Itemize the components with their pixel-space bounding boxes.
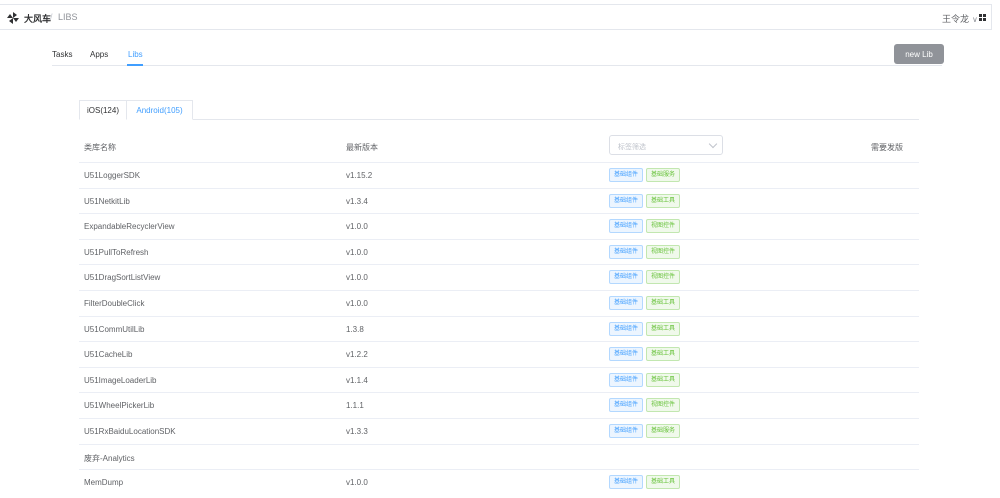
tag-list: 基础组件 视图控件 bbox=[609, 244, 681, 259]
tag-badge: 基础工具 bbox=[646, 321, 681, 336]
table-row[interactable]: U51PullToRefresh v1.0.0 基础组件 视图控件 bbox=[79, 238, 919, 264]
tag-badge: 基础工具 bbox=[646, 296, 681, 310]
table-row[interactable]: U51ImageLoaderLib v1.1.4 基础组件 基础工具 bbox=[79, 366, 919, 392]
tag-list: 基础组件 基础工具 bbox=[609, 475, 681, 490]
tag-badge: 基础组件 bbox=[609, 475, 644, 490]
tag-badge: 基础组件 bbox=[609, 372, 644, 387]
table-header: 类库名称 最新版本 标签筛选 需要发版 bbox=[79, 132, 919, 162]
tag-list: 基础组件 基础工具 bbox=[609, 347, 681, 362]
tag-list: 基础组件 基础服务 bbox=[609, 424, 681, 438]
new-lib-button[interactable]: new Lib bbox=[894, 44, 944, 64]
lib-name[interactable]: U51CacheLib bbox=[84, 350, 132, 359]
lib-name[interactable]: U51DragSortListView bbox=[84, 273, 160, 282]
lib-version: v1.0.0 bbox=[346, 222, 368, 232]
top-bar: 大风车 / LIBS 王令龙 ∨ bbox=[0, 4, 992, 30]
tab-libs[interactable]: Libs bbox=[128, 50, 143, 59]
tag-badge: 基础组件 bbox=[609, 321, 644, 336]
lib-name[interactable]: U51CommUtilLib bbox=[84, 325, 144, 334]
table-row[interactable]: ExpandableRecyclerView v1.0.0 基础组件 视图控件 bbox=[79, 213, 919, 238]
tag-badge: 基础服务 bbox=[646, 168, 681, 182]
tag-list: 基础组件 视图控件 bbox=[609, 219, 681, 234]
tag-list: 基础组件 基础工具 bbox=[609, 296, 681, 310]
tag-filter-select[interactable]: 标签筛选 bbox=[609, 135, 723, 155]
column-release-header: 需要发版 bbox=[871, 143, 903, 152]
lib-name[interactable]: U51LoggerSDK bbox=[84, 171, 140, 180]
tab-ios[interactable]: iOS(124) bbox=[79, 100, 127, 120]
tag-badge: 基础组件 bbox=[609, 296, 644, 310]
lib-name[interactable]: U51PullToRefresh bbox=[84, 248, 148, 257]
tag-badge: 基础组件 bbox=[609, 168, 644, 182]
tag-badge: 基础组件 bbox=[609, 424, 644, 438]
lib-name[interactable]: MemDump bbox=[84, 478, 123, 487]
chevron-down-icon bbox=[708, 139, 718, 149]
tag-badge: 基础组件 bbox=[609, 193, 644, 208]
tag-badge: 基础服务 bbox=[646, 424, 681, 438]
tag-badge: 视图控件 bbox=[646, 219, 681, 234]
tag-list: 基础组件 视图控件 bbox=[609, 270, 681, 285]
user-menu[interactable]: 王令龙 ∨ bbox=[942, 12, 978, 25]
tag-list: 基础组件 视图控件 bbox=[609, 398, 681, 413]
tag-list: 基础组件 基础工具 bbox=[609, 372, 681, 387]
user-name: 王令龙 bbox=[942, 14, 970, 24]
tab-tasks[interactable]: Tasks bbox=[52, 50, 72, 59]
lib-version: v1.15.2 bbox=[346, 171, 373, 180]
table-row[interactable]: 废弃-Analytics bbox=[79, 443, 919, 469]
lib-name[interactable]: U51NetkitLib bbox=[84, 197, 130, 206]
lib-name[interactable]: FilterDoubleClick bbox=[84, 299, 144, 308]
lib-version: 1.3.8 bbox=[346, 324, 364, 334]
tag-list: 基础组件 基础工具 bbox=[609, 321, 681, 336]
table-row[interactable]: U51DragSortListView v1.0.0 基础组件 视图控件 bbox=[79, 264, 919, 289]
lib-name[interactable]: 废弃-Analytics bbox=[84, 453, 135, 464]
platform-tabs-divider bbox=[193, 119, 919, 120]
active-tab-indicator bbox=[127, 64, 143, 66]
column-name-header: 类库名称 bbox=[84, 143, 116, 152]
lib-version: v1.3.3 bbox=[346, 427, 368, 436]
lib-version: 1.1.1 bbox=[346, 401, 364, 411]
lib-version: v1.0.0 bbox=[346, 247, 368, 257]
lib-name[interactable]: U51WheelPickerLib bbox=[84, 401, 154, 410]
lib-version: v1.2.2 bbox=[346, 350, 368, 360]
tag-list: 基础组件 基础服务 bbox=[609, 168, 681, 182]
brand-name[interactable]: 大风车 bbox=[24, 12, 51, 25]
tag-badge: 基础工具 bbox=[646, 372, 681, 387]
table-row[interactable]: U51CommUtilLib 1.3.8 基础组件 基础工具 bbox=[79, 315, 919, 341]
tag-badge: 基础工具 bbox=[646, 347, 681, 362]
tag-badge: 基础组件 bbox=[609, 270, 644, 285]
lib-version: v1.0.0 bbox=[346, 299, 368, 308]
table-row[interactable]: U51WheelPickerLib 1.1.1 基础组件 视图控件 bbox=[79, 392, 919, 417]
tag-badge: 视图控件 bbox=[646, 244, 681, 259]
chevron-down-icon: ∨ bbox=[972, 15, 978, 24]
tag-badge: 基础组件 bbox=[609, 219, 644, 234]
table-row[interactable]: U51LoggerSDK v1.15.2 基础组件 基础服务 bbox=[79, 162, 919, 187]
breadcrumb-libs: LIBS bbox=[58, 12, 78, 22]
tag-filter-placeholder: 标签筛选 bbox=[618, 144, 646, 151]
apps-grid-icon[interactable] bbox=[979, 14, 986, 21]
lib-name[interactable]: U51ImageLoaderLib bbox=[84, 376, 157, 385]
table-row[interactable]: U51CacheLib v1.2.2 基础组件 基础工具 bbox=[79, 341, 919, 366]
nav-divider bbox=[52, 65, 942, 66]
table-row[interactable]: FilterDoubleClick v1.0.0 基础组件 基础工具 bbox=[79, 290, 919, 315]
tag-badge: 视图控件 bbox=[646, 398, 681, 413]
tag-badge: 基础工具 bbox=[646, 475, 681, 490]
lib-version: v1.0.0 bbox=[346, 273, 368, 283]
tag-badge: 基础组件 bbox=[609, 347, 644, 362]
lib-version: v1.3.4 bbox=[346, 196, 368, 206]
tag-badge: 基础组件 bbox=[609, 398, 644, 413]
tab-apps[interactable]: Apps bbox=[90, 50, 108, 59]
tab-android[interactable]: Android(105) bbox=[127, 100, 193, 120]
tag-badge: 基础组件 bbox=[609, 244, 644, 259]
lib-version: v1.0.0 bbox=[346, 478, 368, 488]
pinwheel-logo-icon[interactable] bbox=[6, 11, 20, 25]
tag-list: 基础组件 基础工具 bbox=[609, 193, 681, 208]
breadcrumb-separator: / bbox=[50, 12, 53, 22]
tag-badge: 视图控件 bbox=[646, 270, 681, 285]
lib-version: v1.1.4 bbox=[346, 375, 368, 385]
table-row[interactable]: U51NetkitLib v1.3.4 基础组件 基础工具 bbox=[79, 187, 919, 213]
lib-name[interactable]: ExpandableRecyclerView bbox=[84, 222, 175, 231]
table-row[interactable]: U51RxBaiduLocationSDK v1.3.3 基础组件 基础服务 bbox=[79, 418, 919, 443]
lib-name[interactable]: U51RxBaiduLocationSDK bbox=[84, 427, 176, 436]
tag-badge: 基础工具 bbox=[646, 193, 681, 208]
column-version-header: 最新版本 bbox=[346, 143, 378, 152]
table-row[interactable]: MemDump v1.0.0 基础组件 基础工具 bbox=[79, 469, 919, 494]
